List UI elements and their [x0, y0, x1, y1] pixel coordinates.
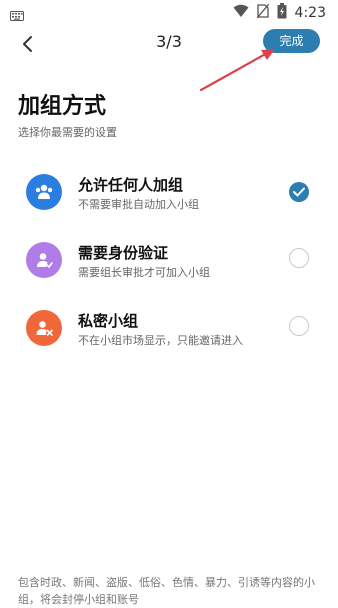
keyboard-icon [10, 6, 24, 25]
radio-unselected[interactable] [289, 316, 309, 336]
page-title: 加组方式 [18, 94, 107, 119]
option-description: 不在小组市场显示，只能邀请进入 [78, 334, 243, 347]
nav-bar: 3/3 完成 [0, 24, 338, 64]
option-label: 私密小组 [78, 312, 139, 330]
radio-selected[interactable] [289, 182, 309, 202]
check-icon [293, 187, 305, 197]
radio-unselected[interactable] [289, 248, 309, 268]
option-description: 不需要审批自动加入小组 [78, 198, 199, 211]
option-private-group[interactable]: 私密小组 不在小组市场显示，只能邀请进入 [0, 310, 338, 370]
people-icon [26, 174, 62, 210]
option-anyone-can-join[interactable]: 允许任何人加组 不需要审批自动加入小组 [0, 174, 338, 234]
wifi-icon [233, 4, 249, 22]
status-bar: 4:23 [0, 0, 338, 24]
private-user-icon [26, 310, 62, 346]
option-identity-verification[interactable]: 需要身份验证 需要组长审批才可加入小组 [0, 242, 338, 302]
user-verify-icon [26, 242, 62, 278]
no-sim-icon [256, 3, 270, 22]
page-subtitle: 选择你最需要的设置 [18, 126, 117, 139]
status-time: 4:23 [294, 5, 326, 21]
option-description: 需要组长审批才可加入小组 [78, 266, 210, 279]
annotation-arrow [199, 49, 275, 92]
footer-note: 包含时政、新闻、盗版、低俗、色情、暴力、引诱等内容的小组，将会封停小组和账号 [18, 576, 315, 606]
battery-charging-icon [277, 3, 287, 23]
option-label: 需要身份验证 [78, 244, 169, 262]
option-label: 允许任何人加组 [78, 176, 184, 194]
